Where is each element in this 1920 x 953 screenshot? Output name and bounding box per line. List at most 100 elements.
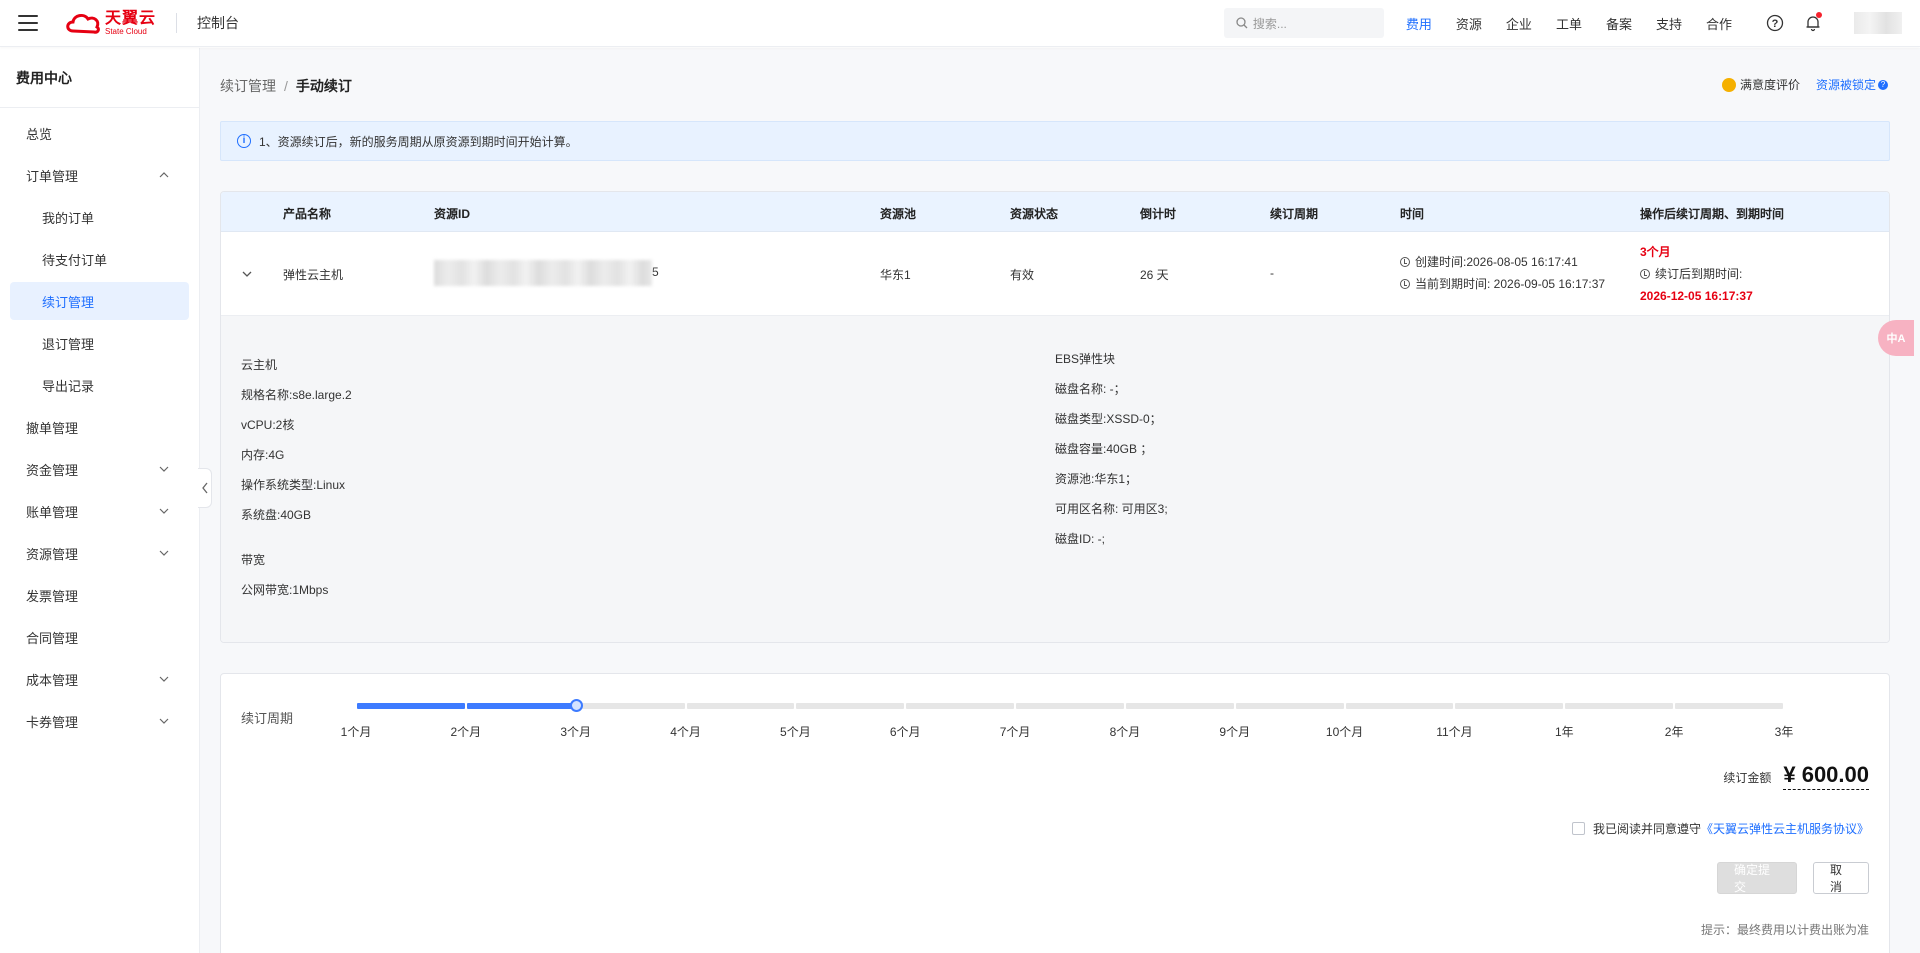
bell-icon[interactable]: [1804, 12, 1822, 32]
cycle-option-label[interactable]: 5个月: [780, 723, 811, 740]
cycle-option-label[interactable]: 9个月: [1219, 723, 1250, 740]
sidebar-item[interactable]: 续订管理: [10, 282, 189, 320]
resource-locked-link[interactable]: 资源被锁定 ?: [1816, 76, 1888, 93]
sidebar-item[interactable]: 合同管理: [10, 618, 189, 656]
cycle-option-label[interactable]: 11个月: [1436, 723, 1472, 740]
sidebar-item[interactable]: 导出记录: [10, 366, 189, 404]
product-name: 弹性云主机: [283, 268, 344, 282]
collapse-sidebar-button[interactable]: [198, 468, 212, 508]
after-renewal-cell: 3个月 续订后到期时间: 2026-12-05 16:17:37: [1640, 241, 1753, 307]
sidebar-item-label: 账单管理: [26, 504, 79, 520]
slider-segment[interactable]: [906, 703, 1015, 709]
slider-segment[interactable]: [1455, 703, 1564, 709]
sidebar-item-label: 合同管理: [26, 630, 79, 646]
console-title[interactable]: 控制台: [197, 13, 239, 33]
rating-label: 满意度评价: [1739, 78, 1800, 92]
sidebar-item[interactable]: 账单管理: [10, 492, 189, 530]
cycle-option-label[interactable]: 3个月: [560, 723, 591, 740]
logo-text: 天翼云: [105, 9, 157, 27]
cycle-option-label[interactable]: 1个月: [341, 723, 372, 740]
detail-item: 规格名称:s8e.large.2: [241, 388, 352, 402]
menu-icon[interactable]: [18, 15, 38, 31]
slider-segment[interactable]: [1345, 703, 1454, 709]
billing-hint: 提示：最终费用以计费出账为准: [1700, 923, 1869, 937]
renewal-cycle-slider[interactable]: 1个月 2个月 3个月 4个月 5个月 6个月 7个月 8个月 9个月 10个月 11个月 1年 2年 3…: [341, 699, 1793, 739]
divider: [176, 13, 178, 33]
table-header: 产品名称 资源ID 资源池 资源状态 倒计时 续订周期 时间 操作后续订周期、到…: [221, 192, 1889, 232]
chevron-down-icon[interactable]: [241, 268, 253, 280]
clock-icon: [1400, 257, 1410, 267]
submit-button[interactable]: 确定提交: [1717, 862, 1797, 894]
cycle-option-label[interactable]: 3年: [1775, 723, 1794, 740]
resource-pool: 华东1: [880, 268, 911, 282]
slider-segment[interactable]: [686, 703, 795, 709]
slider-segment[interactable]: [1125, 703, 1234, 709]
sidebar-item[interactable]: 资源管理: [10, 534, 189, 572]
slider-handle[interactable]: [569, 699, 583, 712]
nav-link[interactable]: 企业: [1506, 14, 1532, 33]
cycle-option-label[interactable]: 1年: [1555, 723, 1574, 740]
slider-segment[interactable]: [1675, 703, 1783, 709]
cycle-option-label[interactable]: 7个月: [1000, 723, 1031, 740]
nav-link[interactable]: 合作: [1706, 14, 1732, 33]
search-placeholder: 搜索...: [1252, 16, 1287, 31]
after-renewal-expire: 2026-12-05 16:17:37: [1640, 289, 1753, 303]
logo[interactable]: 天翼云 State Cloud: [64, 8, 156, 38]
scrollbar[interactable]: [1908, 48, 1920, 953]
slider-segment[interactable]: [1016, 703, 1124, 709]
col-pool: 资源池: [880, 207, 917, 221]
nav-link[interactable]: 备案: [1606, 14, 1632, 33]
search-input[interactable]: 搜索...: [1223, 8, 1384, 38]
cycle-option-label[interactable]: 6个月: [890, 723, 921, 740]
sidebar-item[interactable]: 我的订单: [10, 198, 189, 236]
slider-segment[interactable]: [796, 703, 905, 709]
slider-segment[interactable]: [466, 703, 575, 709]
detail-item: 资源池:华东1；: [1055, 472, 1138, 486]
detail-item: 操作系统类型:Linux: [241, 478, 346, 492]
cycle-option-label[interactable]: 10个月: [1326, 723, 1363, 740]
slider-segment[interactable]: [1565, 703, 1674, 709]
chevron-down-icon: [159, 676, 169, 682]
cloud-logo-icon: [64, 11, 102, 35]
sidebar-item[interactable]: 总览: [10, 114, 189, 152]
sidebar-item-label: 发票管理: [26, 588, 79, 604]
sidebar-item[interactable]: 订单管理: [10, 156, 189, 194]
cycle-option-label[interactable]: 8个月: [1110, 723, 1141, 740]
translate-button[interactable]: 中A: [1878, 320, 1914, 356]
slider-segment[interactable]: [357, 703, 465, 709]
nav-link[interactable]: 工单: [1556, 14, 1582, 33]
sidebar-item[interactable]: 成本管理: [10, 660, 189, 698]
resource-id-redacted: [434, 260, 652, 286]
detail-section-title: EBS弹性块: [1055, 352, 1116, 366]
clock-icon: [1640, 269, 1650, 279]
sidebar-item-label: 卡券管理: [26, 714, 79, 730]
satisfaction-rating-button[interactable]: 满意度评价: [1721, 76, 1800, 93]
avatar[interactable]: [1854, 12, 1902, 34]
detail-item: 磁盘ID: -;: [1055, 532, 1105, 546]
nav-link[interactable]: 费用: [1406, 14, 1432, 33]
agreement-checkbox[interactable]: [1571, 822, 1585, 835]
sidebar-item[interactable]: 退订管理: [10, 324, 189, 362]
agreement-link[interactable]: 《天翼云弹性云主机服务协议》: [1701, 820, 1869, 837]
sidebar-item[interactable]: 卡券管理: [10, 702, 189, 740]
sidebar-item[interactable]: 发票管理: [10, 576, 189, 614]
slider-segment[interactable]: [1235, 703, 1344, 709]
col-cycle: 续订周期: [1270, 207, 1319, 221]
nav-link[interactable]: 支持: [1656, 14, 1682, 33]
slider-segment[interactable]: [576, 703, 685, 709]
help-icon[interactable]: ?: [1766, 14, 1784, 32]
cycle-option-label[interactable]: 4个月: [670, 723, 701, 740]
sidebar-item-label: 资金管理: [26, 462, 79, 478]
cancel-button[interactable]: 取消: [1813, 862, 1869, 894]
sidebar-item[interactable]: 待支付订单: [10, 240, 189, 278]
sidebar-item[interactable]: 资金管理: [10, 450, 189, 488]
cycle-option-label[interactable]: 2年: [1665, 723, 1684, 740]
cycle-option-label[interactable]: 2个月: [451, 723, 482, 740]
chevron-down-icon: [159, 508, 169, 514]
renewal-cycle-panel: 续订周期 1个月 2个月 3个月 4个月 5个月 6个月 7个月 8个月 9个月 10个月 11个月…: [220, 673, 1890, 953]
nav-link[interactable]: 资源: [1456, 14, 1482, 33]
resource-detail-panel: 云主机 规格名称:s8e.large.2 vCPU:2核 内存:4G 操作系统类型:Li…: [221, 316, 1889, 642]
expire-time: 当前到期时间: 2026-09-05 16:17:37: [1415, 277, 1606, 291]
breadcrumb-parent[interactable]: 续订管理: [220, 76, 276, 96]
sidebar-item[interactable]: 撤单管理: [10, 408, 189, 446]
